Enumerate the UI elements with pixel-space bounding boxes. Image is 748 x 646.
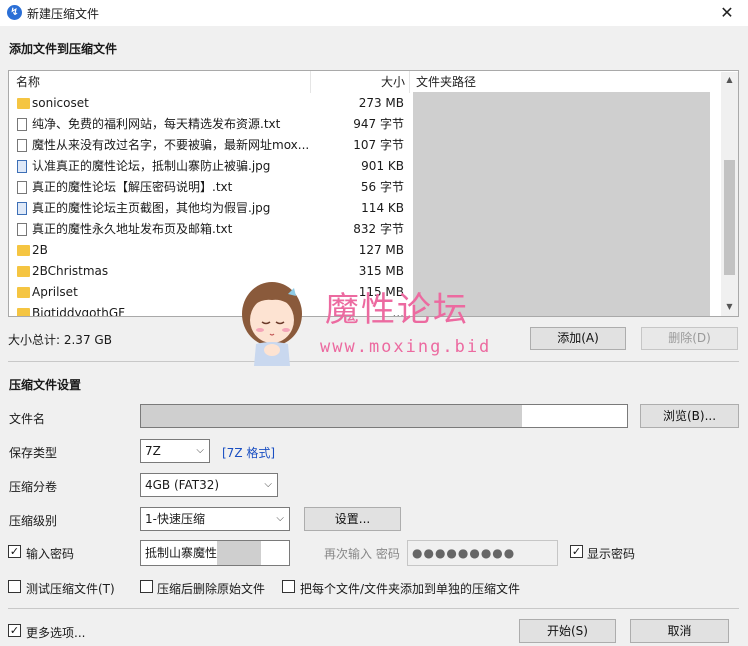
repeat-password-label: 再次输入 密码 xyxy=(324,547,400,561)
file-name: 真正的魔性论坛主页截图，其他均为假冒.jpg xyxy=(32,201,271,215)
folder-icon xyxy=(17,98,30,109)
delete-after-checkbox[interactable] xyxy=(140,580,153,593)
add-button[interactable]: 添加(A) xyxy=(530,327,626,350)
folder-icon xyxy=(17,245,30,256)
file-size: 832 字节 xyxy=(353,222,404,236)
app-icon: ↯ xyxy=(7,5,22,20)
divider xyxy=(8,361,739,362)
file-name: 真正的魔性永久地址发布页及邮箱.txt xyxy=(32,222,233,236)
file-list[interactable]: 名称 大小 文件夹路径 sonicoset 273 MB 纯净、免费的福利网站，每天… xyxy=(8,70,739,317)
password-input[interactable]: 抵制山寨魔性 xyxy=(140,540,290,566)
file-size: 127 MB xyxy=(358,243,404,257)
filename-redaction xyxy=(141,405,522,427)
chevron-down-icon: ⌵ xyxy=(264,479,272,490)
password-value: 抵制山寨魔性 xyxy=(145,546,218,560)
image-file-icon xyxy=(17,160,27,173)
separate-archives-checkbox[interactable] xyxy=(282,580,295,593)
enter-password-label: 输入密码 xyxy=(26,547,75,561)
scroll-down-icon[interactable]: ▼ xyxy=(721,302,738,311)
volume-label: 压缩分卷 xyxy=(9,480,58,494)
password-redaction xyxy=(217,541,261,565)
level-select[interactable]: 1-快速压缩 ⌵ xyxy=(140,507,290,531)
column-divider xyxy=(310,71,311,93)
cancel-button[interactable]: 取消 xyxy=(630,619,729,643)
folder-icon xyxy=(17,308,30,316)
file-size: 947 字节 xyxy=(353,117,404,131)
settings-button[interactable]: 设置... xyxy=(304,507,401,531)
chevron-down-icon: ⌵ xyxy=(276,513,284,524)
watermark-url: www.moxing.bid xyxy=(320,337,492,357)
volume-value: 4GB (FAT32) xyxy=(145,478,220,492)
image-file-icon xyxy=(17,202,27,215)
file-size: 107 字节 xyxy=(353,138,404,152)
more-options-label[interactable]: 更多选项... xyxy=(26,624,85,641)
file-name: 认准真正的魔性论坛，抵制山寨防止被骗.jpg xyxy=(32,159,271,173)
volume-select[interactable]: 4GB (FAT32) ⌵ xyxy=(140,473,278,497)
enter-password-checkbox[interactable]: ✓ xyxy=(8,545,21,558)
file-name: 真正的魔性论坛【解压密码说明】.txt xyxy=(32,180,233,194)
total-size-label: 大小总计: 2.37 GB xyxy=(8,333,112,347)
repeat-password-input[interactable]: ●●●●●●●●● xyxy=(407,540,558,566)
level-value: 1-快速压缩 xyxy=(145,512,205,526)
chevron-down-icon: ⌵ xyxy=(196,445,204,456)
save-type-label: 保存类型 xyxy=(9,446,58,460)
column-header-size[interactable]: 大小 xyxy=(381,71,405,93)
file-size: 114 KB xyxy=(361,201,404,215)
folder-icon xyxy=(17,266,30,277)
browse-button[interactable]: 浏览(B)... xyxy=(640,404,739,428)
show-password-label: 显示密码 xyxy=(587,547,636,561)
folder-icon xyxy=(17,287,30,298)
file-name: 魔性从来没有改过名字，不要被骗，最新网址mox... xyxy=(32,138,310,152)
show-password-checkbox[interactable]: ✓ xyxy=(570,545,583,558)
title-bar xyxy=(0,0,748,26)
save-type-value: 7Z xyxy=(145,444,161,458)
file-size: 315 MB xyxy=(358,264,404,278)
remove-button[interactable]: 删除(D) xyxy=(641,327,738,350)
scrollbar-thumb[interactable] xyxy=(724,160,735,275)
level-label: 压缩级别 xyxy=(9,514,58,528)
repeat-password-dots: ●●●●●●●●● xyxy=(412,546,516,560)
mascot-watermark-image xyxy=(242,282,302,366)
settings-section-title: 压缩文件设置 xyxy=(9,378,82,392)
divider xyxy=(8,608,739,609)
add-section-title: 添加文件到压缩文件 xyxy=(9,42,118,56)
close-icon[interactable]: ✕ xyxy=(712,1,742,25)
column-header-path[interactable]: 文件夹路径 xyxy=(416,71,476,93)
file-size: 56 字节 xyxy=(360,180,404,194)
file-name: 2B xyxy=(32,243,48,257)
filename-label: 文件名 xyxy=(9,412,46,426)
more-options-checkbox[interactable]: ✓ xyxy=(8,624,21,637)
text-file-icon xyxy=(17,223,27,236)
file-size: 901 KB xyxy=(361,159,404,173)
test-archive-label: 测试压缩文件(T) xyxy=(26,582,115,596)
column-divider xyxy=(409,71,410,93)
window-title: 新建压缩文件 xyxy=(27,7,100,21)
file-name: sonicoset xyxy=(32,96,89,110)
text-file-icon xyxy=(17,139,27,152)
save-type-select[interactable]: 7Z ⌵ xyxy=(140,439,210,463)
scroll-up-icon[interactable]: ▲ xyxy=(721,75,738,84)
file-name: 纯净、免费的福利网站，每天精选发布资源.txt xyxy=(32,117,281,131)
delete-after-label: 压缩后删除原始文件 xyxy=(157,582,266,596)
text-file-icon xyxy=(17,181,27,194)
start-button[interactable]: 开始(S) xyxy=(519,619,616,643)
vertical-scrollbar[interactable]: ▲ ▼ xyxy=(721,72,738,316)
format-link[interactable]: [7Z 格式] xyxy=(222,444,275,461)
file-size: 273 MB xyxy=(358,96,404,110)
column-header-name[interactable]: 名称 xyxy=(16,71,40,93)
text-file-icon xyxy=(17,118,27,131)
separate-archives-label: 把每个文件/文件夹添加到单独的压缩文件 xyxy=(300,582,521,596)
watermark-title: 魔性论坛 xyxy=(325,290,469,330)
test-archive-checkbox[interactable] xyxy=(8,580,21,593)
